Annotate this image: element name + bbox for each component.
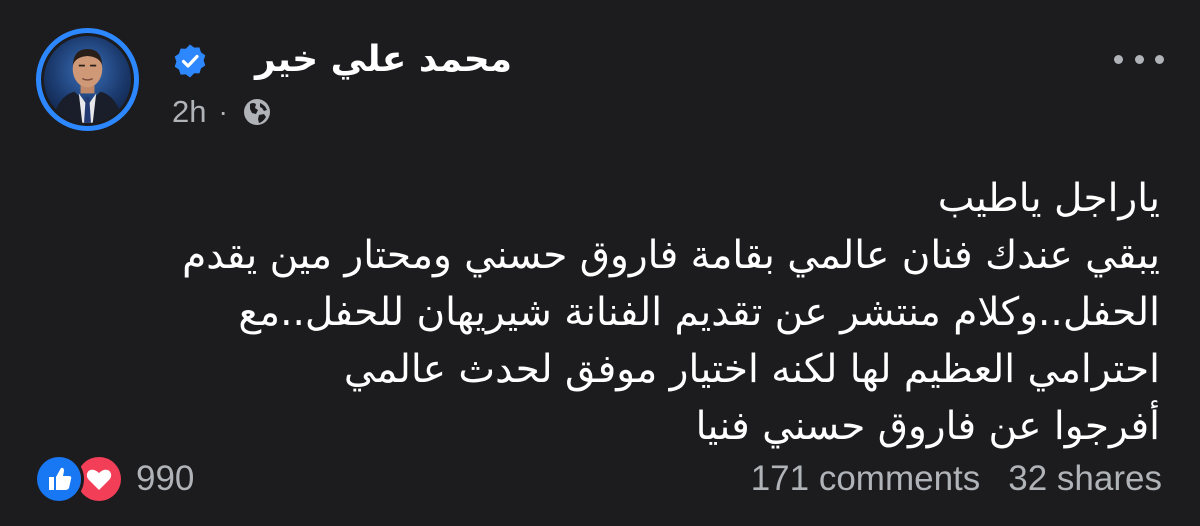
author-name[interactable]: محمد علي خير bbox=[255, 36, 512, 84]
more-horizontal-icon-dot bbox=[1155, 54, 1164, 64]
shares-count-link[interactable]: 32 shares bbox=[1008, 459, 1162, 499]
globe-icon[interactable] bbox=[240, 95, 274, 129]
post-text-line: الحفل..وكلام منتشر عن تقديم الفنانة شيري… bbox=[238, 290, 1160, 335]
post-text-line: ياراجل ياطيب bbox=[937, 176, 1160, 221]
post-header: محمد علي خير bbox=[172, 36, 512, 86]
post-timestamp[interactable]: 2h bbox=[172, 94, 206, 130]
comments-count-link[interactable]: 171 comments bbox=[751, 459, 981, 499]
post-meta: 2h · bbox=[172, 92, 274, 132]
post-text: ياراجل ياطيب يبقي عندك فنان عالمي بقامة … bbox=[40, 170, 1160, 455]
more-horizontal-icon-dot bbox=[1114, 54, 1123, 64]
author-avatar-ring[interactable] bbox=[36, 28, 139, 131]
verified-badge-icon bbox=[172, 43, 208, 79]
post-text-line: احترامي العظيم لها لكنه اختيار موفق لحدث… bbox=[343, 347, 1160, 392]
more-horizontal-icon-dot bbox=[1134, 54, 1144, 64]
more-options-button[interactable] bbox=[1114, 44, 1164, 74]
reactions-summary[interactable]: 990 bbox=[34, 454, 194, 504]
like-icon bbox=[34, 454, 84, 504]
post-text-line: أفرجوا عن فاروق حسني فنيا bbox=[695, 404, 1160, 449]
author-avatar[interactable] bbox=[44, 36, 131, 123]
meta-separator: · bbox=[218, 96, 228, 127]
engagement-summary: 171 comments 32 shares bbox=[751, 454, 1162, 504]
post-text-line: يبقي عندك فنان عالمي بقامة فاروق حسني وم… bbox=[182, 233, 1160, 278]
reaction-count[interactable]: 990 bbox=[136, 459, 194, 499]
